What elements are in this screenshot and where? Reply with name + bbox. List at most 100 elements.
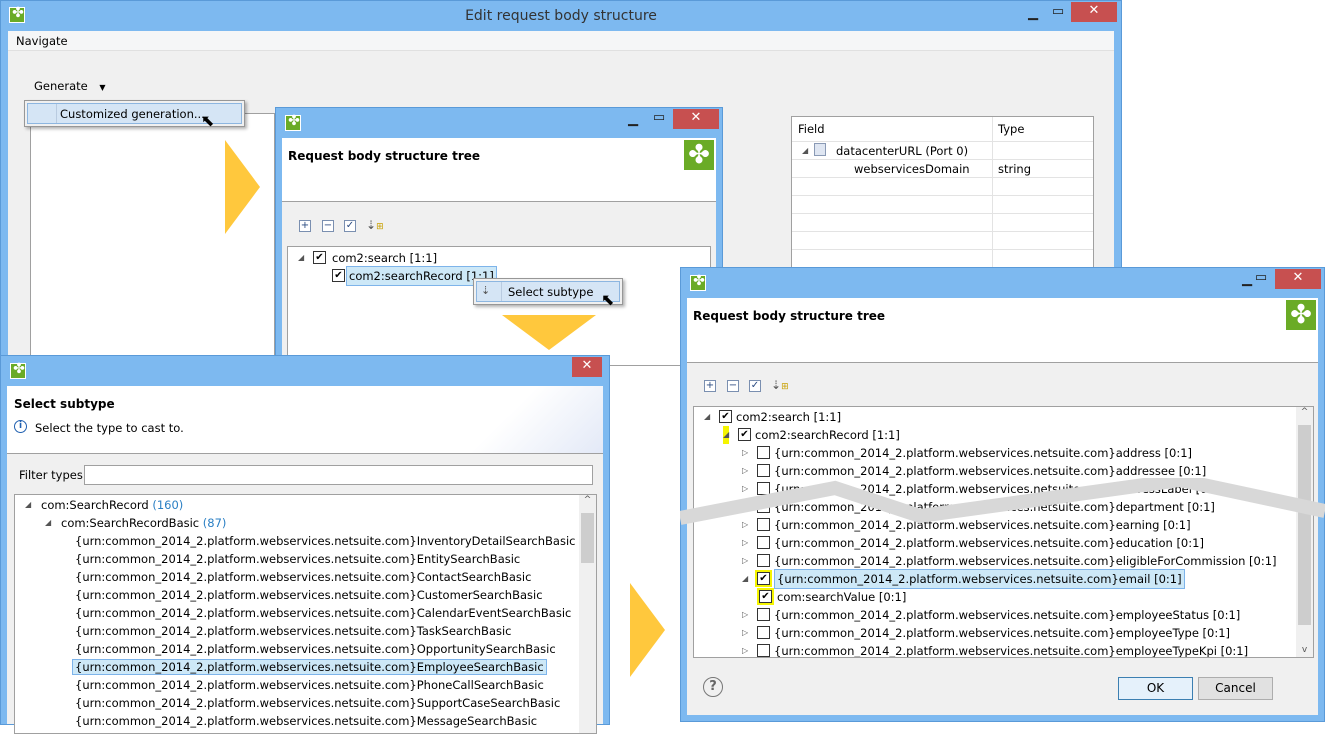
list-item[interactable]: {urn:common_2014_2.platform.webservices.… <box>75 532 576 550</box>
menu-item-select-subtype[interactable]: ⇣ Select subtype <box>476 281 620 302</box>
expand-icon[interactable]: ▷ <box>742 552 748 570</box>
scroll-down-icon[interactable]: v <box>1296 645 1313 655</box>
maximize-button[interactable]: ▭ <box>645 109 673 129</box>
item-label: {urn:common_2014_2.platform.webservices.… <box>75 714 538 728</box>
node-label: {urn:common_2014_2.platform.webservices.… <box>774 554 1277 568</box>
filter-label: Filter types: <box>19 468 87 482</box>
scroll-up-icon[interactable]: ^ <box>1296 407 1313 417</box>
check-all-icon[interactable]: ✓ <box>344 220 356 232</box>
node-checkbox[interactable]: ✔ <box>757 572 770 585</box>
node-checkbox[interactable]: ✔ <box>313 251 326 264</box>
item-label: {urn:common_2014_2.platform.webservices.… <box>72 659 547 675</box>
cancel-button[interactable]: Cancel <box>1198 677 1273 700</box>
maximize-button[interactable]: ▭ <box>1044 3 1072 23</box>
minimize-button[interactable]: ▁ <box>1019 5 1047 25</box>
item-label: {urn:common_2014_2.platform.webservices.… <box>75 570 532 584</box>
tree-dialog-small: ▁ ▭ ✕ Request body structure tree + − ✓ … <box>275 107 723 366</box>
table-row[interactable]: ◢ datacenterURL (Port 0) <box>792 141 1093 159</box>
node-label: com2:search [1:1] <box>332 251 438 265</box>
node-label: com2:searchRecord [1:1] <box>755 428 900 442</box>
expand-all-icon[interactable]: + <box>704 380 716 392</box>
collapse-icon[interactable]: ◢ <box>723 426 730 444</box>
node-checkbox[interactable]: ✔ <box>719 410 732 423</box>
col-header-type[interactable]: Type <box>998 122 1024 136</box>
dialog-titlebar: ▁ ▭ ✕ <box>276 108 722 138</box>
select-subtype-icon[interactable]: ⇣⊞ <box>366 218 384 232</box>
expand-icon[interactable]: ◢ <box>298 249 304 267</box>
node-label: {urn:common_2014_2.platform.webservices.… <box>774 644 1249 658</box>
menu-navigate[interactable]: Navigate <box>16 34 68 48</box>
list-item[interactable]: {urn:common_2014_2.platform.webservices.… <box>75 586 543 604</box>
list-item[interactable]: {urn:common_2014_2.platform.webservices.… <box>75 694 560 712</box>
list-item[interactable]: {urn:common_2014_2.platform.webservices.… <box>72 658 547 676</box>
close-button[interactable]: ✕ <box>572 357 602 377</box>
generate-button[interactable]: Generate ▼ <box>34 79 106 93</box>
node-count: (87) <box>202 516 227 530</box>
close-button[interactable]: ✕ <box>673 109 719 129</box>
select-subtype-icon[interactable]: ⇣⊞ <box>771 378 789 392</box>
expand-icon[interactable]: ▷ <box>742 534 748 552</box>
item-label: {urn:common_2014_2.platform.webservices.… <box>75 534 576 548</box>
dialog-header: Request body structure tree <box>687 298 1318 363</box>
node-checkbox[interactable]: ✔ <box>332 269 345 282</box>
col-header-field[interactable]: Field <box>798 122 825 136</box>
node-checkbox[interactable]: ✔ <box>759 590 772 603</box>
close-button[interactable]: ✕ <box>1071 2 1117 22</box>
node-checkbox[interactable] <box>757 644 770 657</box>
scroll-up-icon[interactable]: ^ <box>579 495 596 505</box>
node-checkbox[interactable] <box>757 464 770 477</box>
expand-icon[interactable]: ◢ <box>25 496 31 514</box>
node-count: (160) <box>152 498 184 512</box>
scroll-thumb[interactable] <box>581 513 594 563</box>
item-label: {urn:common_2014_2.platform.webservices.… <box>75 678 544 692</box>
collapse-all-icon[interactable]: − <box>727 380 739 392</box>
dialog-client: Select subtype i Select the type to cast… <box>7 386 603 734</box>
node-checkbox[interactable]: ✔ <box>738 428 751 441</box>
node-checkbox[interactable] <box>757 536 770 549</box>
list-item[interactable]: {urn:common_2014_2.platform.webservices.… <box>75 640 556 658</box>
collapse-icon[interactable]: ◢ <box>704 408 710 426</box>
list-item[interactable]: {urn:common_2014_2.platform.webservices.… <box>75 712 537 730</box>
flow-arrow-right-icon <box>630 583 665 677</box>
expand-icon[interactable]: ▷ <box>742 642 748 657</box>
list-item[interactable]: {urn:common_2014_2.platform.webservices.… <box>75 550 520 568</box>
node-checkbox[interactable] <box>757 608 770 621</box>
check-all-icon[interactable]: ✓ <box>749 380 761 392</box>
list-item[interactable]: {urn:common_2014_2.platform.webservices.… <box>75 568 531 586</box>
expand-icon[interactable]: ▷ <box>742 444 748 462</box>
dialog-header: Select subtype i Select the type to cast… <box>7 386 603 454</box>
table-row[interactable]: webservicesDomain string <box>792 159 1093 177</box>
minimize-button[interactable]: ▁ <box>619 111 647 131</box>
generate-label: Generate <box>34 79 88 93</box>
expand-all-icon[interactable]: + <box>299 220 311 232</box>
list-item[interactable]: {urn:common_2014_2.platform.webservices.… <box>75 676 544 694</box>
expand-icon[interactable]: ▷ <box>742 624 748 642</box>
collapse-all-icon[interactable]: − <box>322 220 334 232</box>
expand-icon[interactable]: ◢ <box>45 514 51 532</box>
node-label: com:SearchRecord <box>41 498 149 512</box>
vertical-scrollbar[interactable]: ^ <box>579 495 596 733</box>
vertical-scrollbar[interactable]: ^ v <box>1296 407 1313 657</box>
field-name: datacenterURL (Port 0) <box>836 144 969 158</box>
main-titlebar: Edit request body structure ▁ ▭ ✕ <box>1 1 1121 31</box>
expand-icon[interactable]: ▷ <box>742 606 748 624</box>
ok-button[interactable]: OK <box>1118 677 1193 700</box>
maximize-button[interactable]: ▭ <box>1247 269 1275 289</box>
node-checkbox[interactable] <box>757 626 770 639</box>
item-label: {urn:common_2014_2.platform.webservices.… <box>75 624 512 638</box>
node-checkbox[interactable] <box>757 554 770 567</box>
menu-item-label: Customized generation... <box>60 107 205 121</box>
structure-tree: ◢ ✔ com2:search [1:1] ◢ ✔ com2:searchRecord [… <box>693 406 1314 658</box>
list-item[interactable]: {urn:common_2014_2.platform.webservices.… <box>75 622 512 640</box>
close-button[interactable]: ✕ <box>1275 269 1321 289</box>
node-label: {urn:common_2014_2.platform.webservices.… <box>774 536 1204 550</box>
node-checkbox[interactable] <box>757 446 770 459</box>
expand-icon[interactable]: ◢ <box>802 146 808 155</box>
header-title: Request body structure tree <box>288 149 481 163</box>
help-icon[interactable]: ? <box>703 677 723 697</box>
list-item[interactable]: {urn:common_2014_2.platform.webservices.… <box>75 604 571 622</box>
collapse-icon[interactable]: ◢ <box>742 570 748 588</box>
break-marker <box>680 478 1325 525</box>
node-label: {urn:common_2014_2.platform.webservices.… <box>774 446 1193 460</box>
filter-types-input[interactable] <box>84 465 593 485</box>
